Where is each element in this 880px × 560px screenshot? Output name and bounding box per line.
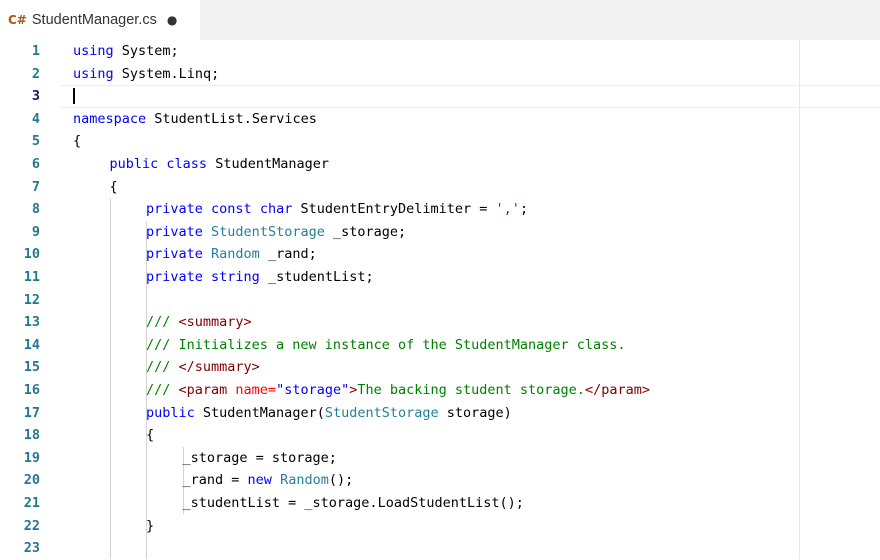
line-number: 10 [23, 246, 40, 263]
line-text: namespace StudentList.Services [73, 110, 317, 127]
code-line[interactable]: 4 namespace StudentList.Services [0, 108, 880, 131]
tab-label: StudentManager.cs [31, 12, 157, 28]
code-line[interactable]: 2 using System.Linq; [0, 63, 880, 86]
line-text: { [146, 427, 155, 444]
code-line[interactable]: 8 private const char StudentEntryDelimit… [0, 198, 880, 221]
line-number: 8 [31, 201, 40, 218]
line-text: private Random _rand; [146, 246, 317, 263]
line-text: using System.Linq; [73, 65, 220, 82]
line-text: public class StudentManager [109, 156, 329, 172]
line-number: 9 [31, 223, 40, 240]
line-number: 14 [23, 336, 40, 353]
line-number: 23 [23, 540, 40, 557]
code-line[interactable]: 7 { [0, 176, 880, 199]
code-line[interactable]: 9 private StudentStorage _storage; [0, 221, 880, 244]
code-line[interactable]: 22 } [0, 515, 880, 538]
line-number: 13 [23, 314, 40, 331]
code-line[interactable]: 12 [0, 289, 880, 312]
code-line[interactable]: 19 _storage = storage; [0, 447, 880, 470]
code-line[interactable]: 13 /// <summary> [0, 311, 880, 334]
line-text: /// <param name="storage">The backing st… [146, 382, 650, 398]
line-number: 15 [23, 359, 40, 376]
code-line[interactable]: 18 { [0, 424, 880, 447]
line-text: private const char StudentEntryDelimiter… [146, 201, 529, 218]
line-number: 18 [23, 427, 40, 444]
line-text: _rand = new Random(); [182, 472, 354, 489]
line-number: 17 [23, 404, 40, 421]
line-number: 19 [23, 449, 40, 466]
line-number: 7 [31, 178, 40, 195]
code-line[interactable]: 16 /// <param name="storage">The backing… [0, 379, 880, 402]
line-number: 12 [23, 291, 40, 308]
code-line[interactable]: 6 public class StudentManager [0, 153, 880, 176]
line-number: 4 [31, 110, 40, 127]
line-number: 2 [31, 65, 40, 82]
line-text: _storage = storage; [182, 449, 337, 466]
line-text: using System; [73, 43, 179, 59]
code-editor[interactable]: 1 using System; 2 using System.Linq; 3 4… [0, 40, 880, 559]
code-line[interactable]: 15 /// </summary> [0, 356, 880, 379]
line-number: 3 [31, 88, 40, 105]
tab-bar: C# StudentManager.cs ● [0, 0, 880, 40]
code-line[interactable]: 14 /// Initializes a new instance of the… [0, 334, 880, 357]
code-line[interactable]: 5 { [0, 130, 880, 153]
line-text: { [109, 178, 118, 195]
code-line[interactable]: 10 private Random _rand; [0, 243, 880, 266]
line-number: 11 [23, 269, 40, 285]
line-number: 21 [23, 495, 40, 511]
code-line[interactable]: 23 [0, 537, 880, 560]
line-text: { [73, 133, 82, 150]
line-text: _studentList = _storage.LoadStudentList(… [182, 495, 524, 511]
line-number: 20 [23, 472, 40, 489]
line-text: /// <summary> [146, 314, 252, 331]
code-line[interactable]: 17 public StudentManager(StudentStorage … [0, 402, 880, 425]
line-number: 6 [31, 156, 40, 172]
code-line[interactable]: 11 private string _studentList; [0, 266, 880, 289]
code-line-current[interactable]: 3 [0, 85, 880, 108]
code-line[interactable]: 21 _studentList = _storage.LoadStudentLi… [0, 492, 880, 515]
tab-studentmanager-cs[interactable]: C# StudentManager.cs ● [0, 0, 200, 40]
current-line-highlight [60, 85, 880, 108]
csharp-file-icon: C# [8, 13, 27, 27]
line-text: public StudentManager(StudentStorage sto… [146, 404, 512, 421]
line-text: /// Initializes a new instance of the St… [146, 336, 626, 353]
line-text: } [146, 517, 155, 534]
unsaved-dot-icon[interactable]: ● [167, 13, 177, 27]
line-text: private StudentStorage _storage; [146, 223, 407, 240]
line-number: 1 [31, 43, 40, 59]
code-line[interactable]: 20 _rand = new Random(); [0, 469, 880, 492]
line-text: /// </summary> [146, 359, 260, 376]
code-line[interactable]: 1 using System; [0, 40, 880, 63]
line-number: 5 [31, 133, 40, 150]
line-number: 16 [23, 382, 40, 398]
text-cursor [73, 88, 75, 105]
line-text: private string _studentList; [146, 269, 374, 285]
line-number: 22 [23, 517, 40, 534]
